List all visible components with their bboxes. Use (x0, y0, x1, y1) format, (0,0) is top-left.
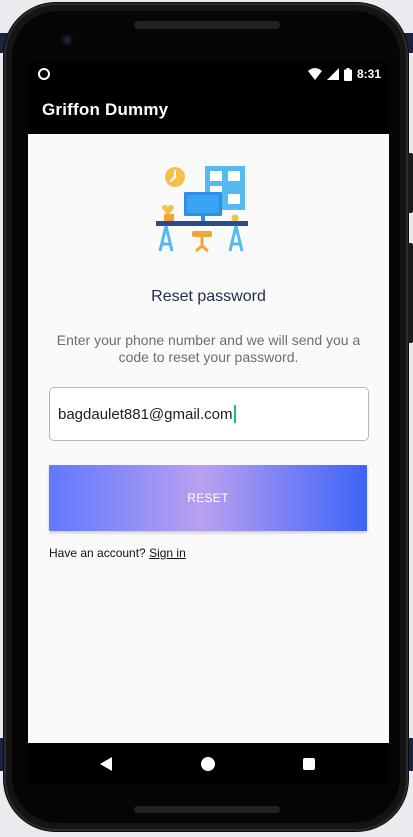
recents-icon[interactable] (303, 758, 315, 770)
app-title: Griffon Dummy (42, 100, 169, 119)
desk-top (156, 221, 248, 226)
app-bar: Griffon Dummy (28, 86, 389, 134)
chair-icon (192, 231, 212, 237)
reset-instructions: Enter your phone number and we will send… (56, 332, 361, 365)
email-input-value-wrapper: bagdaulet881@gmail.com (58, 405, 236, 423)
email-input[interactable]: bagdaulet881@gmail.com (49, 387, 369, 441)
home-icon[interactable] (201, 757, 215, 771)
bottom-speaker (134, 806, 280, 813)
back-icon[interactable] (100, 757, 114, 771)
battery-icon (343, 67, 352, 81)
status-icons: 8:31 (307, 66, 381, 82)
wifi-icon (307, 68, 322, 80)
sign-in-link[interactable]: Sign in (149, 546, 186, 560)
text-caret (233, 405, 236, 423)
navigation-bar (28, 743, 389, 784)
device-screen: 8:31 Griffon Dummy Reset password Enter … (28, 62, 389, 784)
email-input-value: bagdaulet881@gmail.com (58, 405, 233, 423)
earpiece-speaker (134, 21, 280, 29)
volume-button (408, 243, 413, 343)
reset-button[interactable]: RESET (49, 465, 367, 531)
status-bar: 8:31 (28, 62, 389, 86)
signal-icon (326, 68, 339, 80)
power-button (408, 153, 413, 213)
status-time: 8:31 (356, 67, 381, 81)
plant-pot (164, 214, 174, 221)
workspace-illustration (156, 166, 248, 253)
front-camera-icon (61, 34, 73, 46)
notification-dot-icon (38, 68, 50, 80)
account-prompt: Have an account? (49, 546, 146, 560)
reset-password-heading: Reset password (151, 288, 266, 305)
account-row: Have an account? Sign in (49, 546, 186, 560)
